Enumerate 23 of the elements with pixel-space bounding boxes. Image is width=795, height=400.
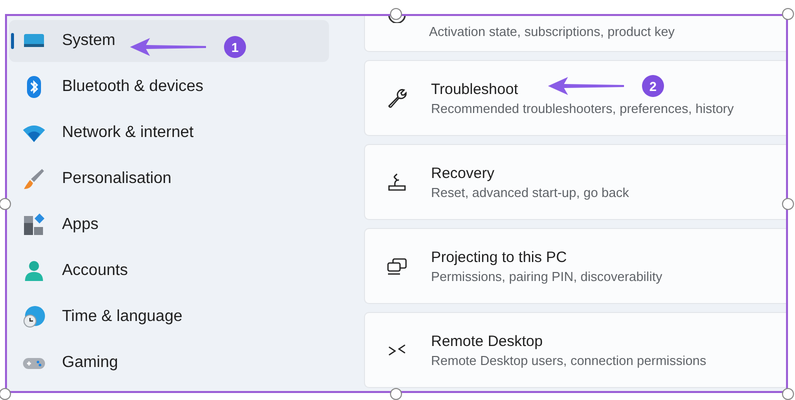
sidebar-item[interactable]: Bluetooth & devices <box>9 66 329 108</box>
resize-handle[interactable] <box>390 388 402 400</box>
sidebar-item[interactable]: Accounts <box>9 250 329 292</box>
globe-icon <box>22 305 46 329</box>
resize-handle[interactable] <box>0 198 11 210</box>
settings-card[interactable]: Remote Desktop Remote Desktop users, connection permissions <box>364 312 786 388</box>
resize-handle[interactable] <box>782 8 794 20</box>
brush-icon <box>22 167 46 191</box>
settings-card[interactable]: Projecting to this PC Permissions, pairing PIN, discoverability <box>364 228 786 304</box>
sidebar-item[interactable]: Time & language <box>9 296 329 338</box>
person-icon <box>22 259 46 283</box>
resize-handle[interactable] <box>0 388 11 400</box>
apps-icon <box>22 213 46 237</box>
sidebar-item[interactable]: Apps <box>9 204 329 246</box>
sidebar-item[interactable]: Gaming <box>9 342 329 384</box>
sidebar-item[interactable]: Network & internet <box>9 112 329 154</box>
settings-card[interactable]: Activation state, subscriptions, product key <box>364 16 786 52</box>
resize-handle[interactable] <box>782 198 794 210</box>
settings-card[interactable]: Recovery Reset, advanced start-up, go back <box>364 144 786 220</box>
resize-handle[interactable] <box>390 8 402 20</box>
ring-icon <box>387 16 407 23</box>
sidebar-item[interactable]: Personalisation <box>9 158 329 200</box>
resize-handle[interactable] <box>782 388 794 400</box>
